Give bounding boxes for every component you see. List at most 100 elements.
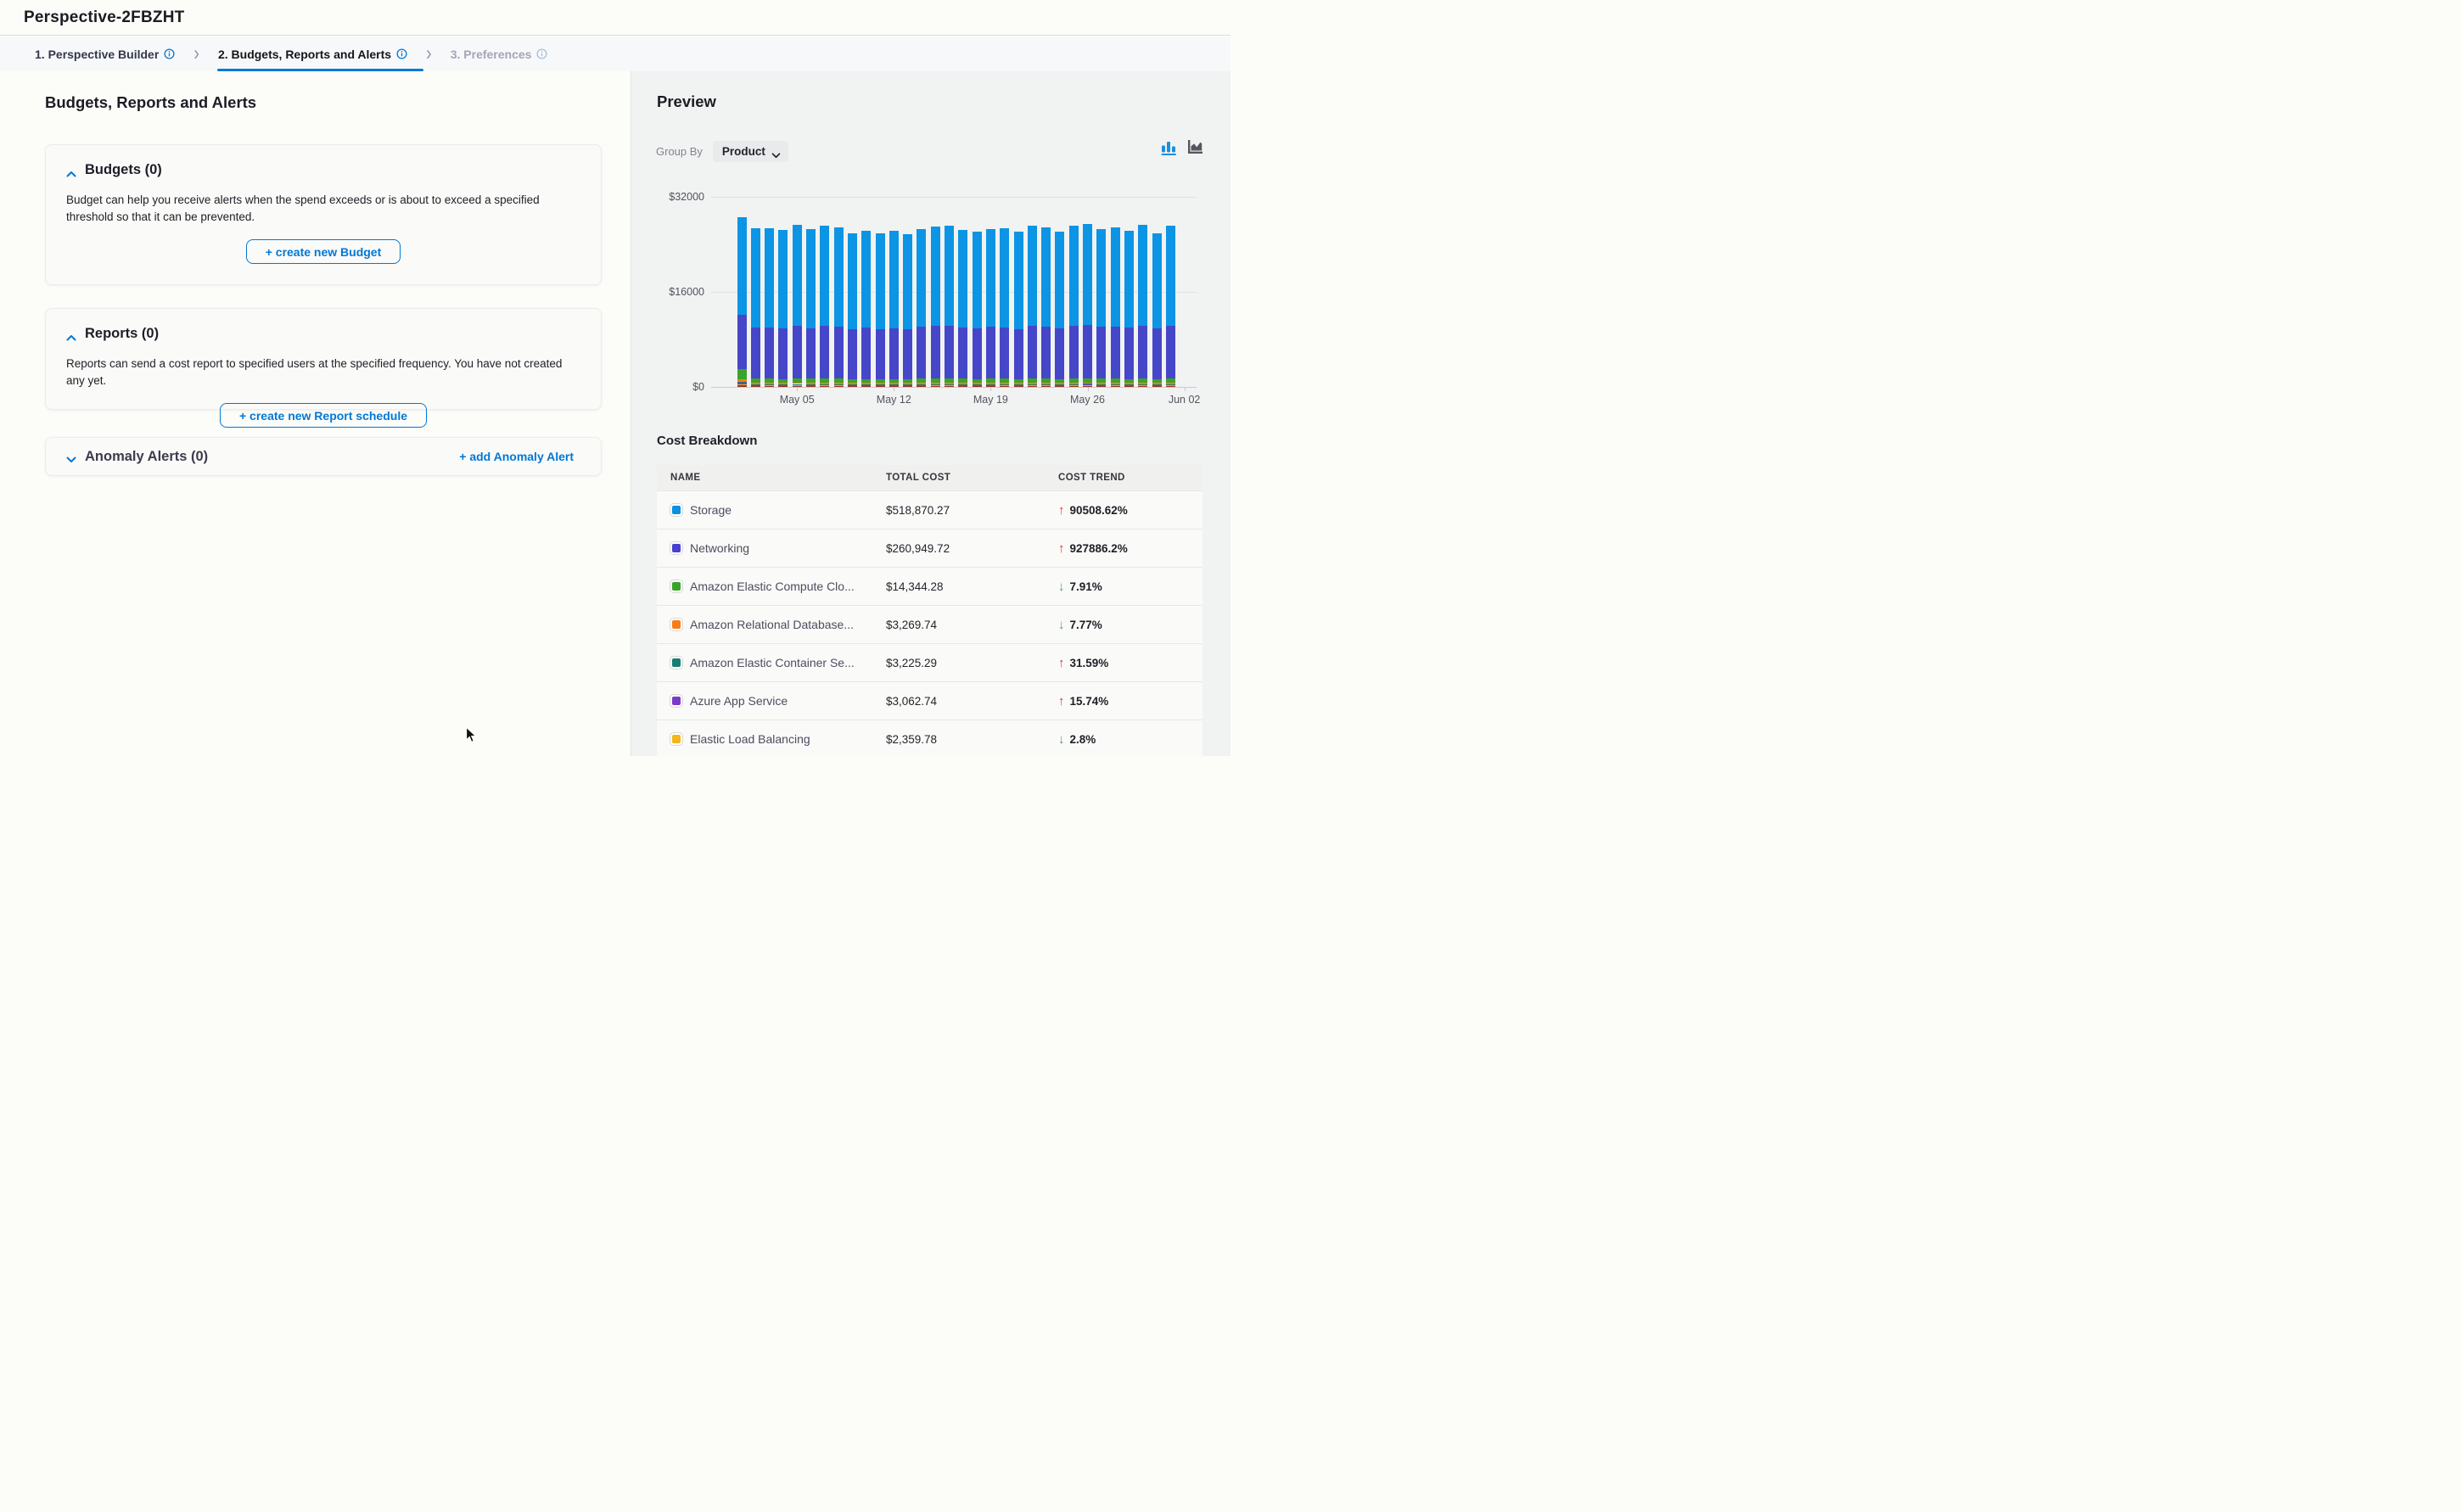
trend-arrow-icon: ↑ [1058, 541, 1065, 556]
x-tick-label: May 26 [1070, 394, 1105, 406]
stacked-bar-may-27[interactable] [1096, 197, 1106, 387]
stacked-bar-may-18[interactable] [973, 197, 982, 387]
anomaly-collapse-toggle[interactable]: Anomaly Alerts (0) [66, 449, 208, 465]
info-icon[interactable] [164, 48, 175, 59]
create-report-schedule-button[interactable]: + create new Report schedule [220, 403, 427, 428]
stacked-bar-may-23[interactable] [1041, 197, 1051, 387]
area-chart-icon[interactable] [1186, 139, 1204, 160]
stacked-bar-may-22[interactable] [1028, 197, 1037, 387]
preview-heading: Preview [657, 92, 716, 111]
trend-arrow-icon: ↑ [1058, 503, 1065, 518]
row-cost-trend: ↑927886.2% [1058, 541, 1202, 556]
chevron-up-icon [66, 166, 75, 175]
chevron-down-icon [66, 452, 75, 461]
tab-perspective-builder[interactable]: 1. Perspective Builder [35, 36, 175, 71]
stacked-bar-jun-01[interactable] [1166, 197, 1175, 387]
table-row-ec2: Amazon Elastic Compute Clo... $14,344.28… [657, 567, 1202, 605]
table-row-networking: Networking $260,949.72 ↑927886.2% [657, 529, 1202, 567]
col-total: TOTAL COST [886, 473, 1058, 483]
bar-chart-icon[interactable] [1161, 139, 1178, 160]
stacked-bar-may-07[interactable] [820, 197, 829, 387]
budgets-collapse-toggle[interactable]: Budgets (0) [46, 145, 601, 178]
x-tick-mark [797, 387, 798, 391]
x-tick-mark [990, 387, 991, 391]
table-row-ecs: Amazon Elastic Container Se... $3,225.29… [657, 643, 1202, 681]
stacked-bar-may-06[interactable] [806, 197, 816, 387]
stacked-bar-may-28[interactable] [1111, 197, 1120, 387]
y-tick-label: $16000 [653, 286, 704, 298]
tab-preferences[interactable]: 3. Preferences [451, 36, 548, 71]
tab-budgets-reports-alerts[interactable]: 2. Budgets, Reports and Alerts [218, 36, 407, 71]
row-cost-trend: ↑15.74% [1058, 694, 1202, 708]
stacked-bar-may-29[interactable] [1124, 197, 1134, 387]
stacked-bar-may-14[interactable] [917, 197, 926, 387]
stacked-bar-may-04[interactable] [778, 197, 788, 387]
row-total-cost: $3,269.74 [886, 619, 1058, 631]
stacked-bar-may-17[interactable] [958, 197, 967, 387]
stacked-bar-may-21[interactable] [1014, 197, 1023, 387]
stacked-bar-may-19[interactable] [986, 197, 995, 387]
x-tick-label: Jun 02 [1169, 394, 1201, 406]
stacked-bar-may-11[interactable] [876, 197, 885, 387]
row-total-cost: $14,344.28 [886, 580, 1058, 593]
table-row-elastic-load-balancing: Elastic Load Balancing $2,359.78 ↓2.8% [657, 720, 1202, 758]
page-title: Perspective-2FBZHT [24, 8, 184, 27]
series-color-chip [670, 733, 682, 745]
x-tick-label: May 12 [877, 394, 911, 406]
x-tick-label: May 05 [780, 394, 815, 406]
trend-arrow-icon: ↓ [1058, 618, 1065, 632]
trend-arrow-icon: ↑ [1058, 694, 1065, 708]
anomaly-alerts-card: Anomaly Alerts (0) + add Anomaly Alert [45, 437, 602, 476]
row-name: Amazon Elastic Container Se... [690, 656, 886, 669]
create-budget-button[interactable]: + create new Budget [246, 239, 401, 264]
stacked-bar-may-09[interactable] [848, 197, 857, 387]
col-trend: COST TREND [1058, 473, 1202, 483]
stacked-bar-may-16[interactable] [945, 197, 954, 387]
col-name: NAME [670, 473, 886, 483]
y-tick-label: $0 [653, 381, 704, 393]
cost-breakdown-table: NAME TOTAL COST COST TREND Storage $518,… [657, 465, 1202, 758]
stacked-bar-may-08[interactable] [834, 197, 844, 387]
row-cost-trend: ↑90508.62% [1058, 503, 1202, 518]
x-tick-label: May 19 [973, 394, 1008, 406]
stacked-bar-may-20[interactable] [1000, 197, 1009, 387]
stacked-bar-may-01[interactable] [737, 197, 747, 387]
stacked-bar-may-13[interactable] [903, 197, 912, 387]
stacked-bar-may-05[interactable] [793, 197, 802, 387]
stacked-bar-may-31[interactable] [1152, 197, 1162, 387]
chart-plot-area[interactable] [711, 197, 1197, 387]
table-header: NAME TOTAL COST COST TREND [657, 465, 1202, 490]
chevron-down-icon [771, 148, 781, 154]
row-cost-trend: ↓7.91% [1058, 580, 1202, 594]
add-anomaly-alert-link[interactable]: + add Anomaly Alert [459, 450, 574, 463]
row-name: Azure App Service [690, 694, 886, 708]
window-header: Perspective-2FBZHT [0, 0, 1230, 36]
series-color-chip [670, 504, 682, 516]
stacked-bar-may-15[interactable] [931, 197, 940, 387]
row-cost-trend: ↑31.59% [1058, 656, 1202, 670]
cost-preview-chart: $32000 $16000 $0 May 05 May 12 May 19 May 2… [631, 190, 1231, 419]
row-name: Amazon Elastic Compute Clo... [690, 580, 886, 593]
group-by-dropdown[interactable]: Product [713, 141, 788, 162]
row-total-cost: $3,225.29 [886, 657, 1058, 669]
y-tick-label: $32000 [653, 191, 704, 203]
budgets-card-title: Budgets (0) [85, 162, 162, 178]
anomaly-card-title: Anomaly Alerts (0) [85, 449, 208, 465]
reports-collapse-toggle[interactable]: Reports (0) [46, 309, 601, 342]
stacked-bar-may-12[interactable] [889, 197, 899, 387]
stacked-bar-may-24[interactable] [1055, 197, 1064, 387]
stacked-bar-may-03[interactable] [765, 197, 774, 387]
info-icon[interactable] [396, 48, 407, 59]
info-icon[interactable] [536, 48, 547, 59]
stacked-bar-may-10[interactable] [861, 197, 871, 387]
row-name: Elastic Load Balancing [690, 732, 886, 746]
row-cost-trend: ↓2.8% [1058, 732, 1202, 747]
row-cost-trend: ↓7.77% [1058, 618, 1202, 632]
stacked-bar-may-26[interactable] [1083, 197, 1092, 387]
row-name: Amazon Relational Database... [690, 618, 886, 631]
stacked-bar-may-30[interactable] [1138, 197, 1147, 387]
stacked-bar-may-25[interactable] [1069, 197, 1079, 387]
row-name: Storage [690, 503, 886, 517]
series-color-chip [670, 619, 682, 630]
stacked-bar-may-02[interactable] [751, 197, 760, 387]
